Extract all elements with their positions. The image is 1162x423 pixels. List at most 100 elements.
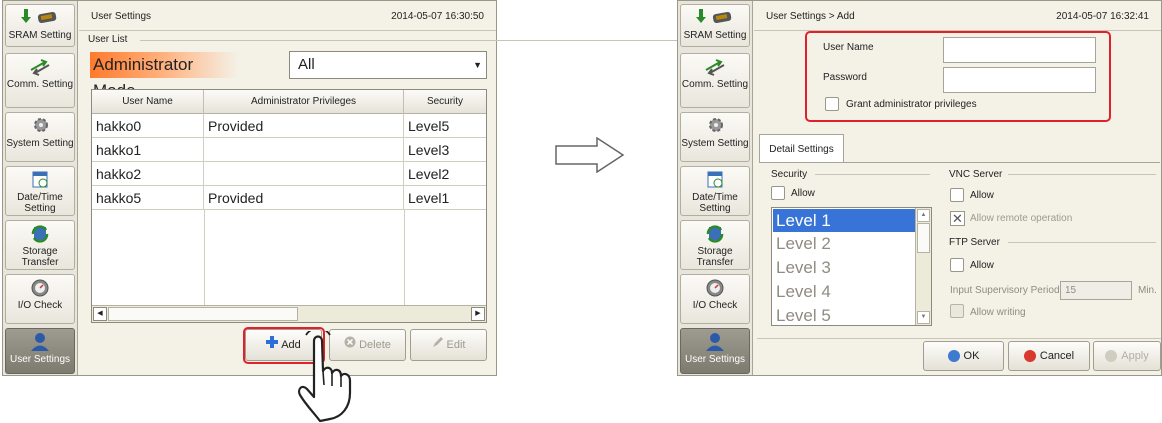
- chevron-down-icon: ▼: [473, 60, 482, 70]
- apply-button[interactable]: Apply: [1093, 341, 1161, 371]
- scroll-thumb[interactable]: [917, 223, 930, 253]
- ftp-group-label: FTP Server: [949, 237, 1000, 248]
- sidebar-item-label: Date/Time Setting: [17, 192, 63, 214]
- table-row[interactable]: hakko1 Level3: [92, 138, 486, 162]
- pencil-icon: [432, 330, 444, 360]
- divider: [1008, 174, 1156, 175]
- sidebar-item-user[interactable]: User Settings: [5, 328, 75, 374]
- cell-user-name: hakko1: [92, 138, 204, 162]
- column-header[interactable]: Administrator Privileges: [204, 90, 404, 114]
- horizontal-scrollbar[interactable]: ◀ ▶: [92, 305, 486, 322]
- user-icon: [6, 332, 74, 354]
- edit-button[interactable]: Edit: [410, 329, 487, 361]
- sidebar-item-label: System Setting: [681, 138, 749, 149]
- vnc-remote-checkbox[interactable]: ✕: [950, 211, 965, 226]
- sidebar-item-sram[interactable]: SRAM Setting: [5, 4, 75, 47]
- sidebar-item-comm[interactable]: Comm. Setting: [680, 53, 750, 108]
- cell-security: Level5: [408, 118, 450, 134]
- scroll-right-icon[interactable]: ▶: [471, 307, 485, 321]
- sidebar-item-label: I/O Check: [692, 300, 738, 311]
- supervisory-input[interactable]: 15: [1060, 281, 1132, 300]
- vnc-remote-label: Allow remote operation: [970, 213, 1073, 224]
- admin-mode-banner: Administrator Mode: [90, 52, 238, 100]
- table-header: User Name Administrator Privileges Secur…: [92, 90, 486, 114]
- sidebar-item-io[interactable]: I/O Check: [5, 274, 75, 324]
- column-divider: [404, 210, 405, 305]
- edit-button-label: Edit: [446, 339, 466, 351]
- gauge-icon: [6, 278, 74, 300]
- list-item[interactable]: Level 3: [773, 256, 915, 279]
- sidebar-item-sram[interactable]: SRAM Setting: [680, 4, 750, 47]
- scroll-down-icon[interactable]: ▼: [917, 311, 930, 324]
- column-header[interactable]: Security: [404, 90, 486, 114]
- gear-icon: [6, 116, 74, 138]
- scroll-thumb[interactable]: [108, 307, 298, 321]
- storage-transfer-icon: [681, 224, 749, 246]
- allow-writing-label: Allow writing: [970, 307, 1026, 318]
- filter-value: All: [298, 56, 315, 73]
- vnc-group-label: VNC Server: [949, 169, 1003, 180]
- user-list-label: User List: [88, 34, 128, 45]
- ftp-allow-checkbox[interactable]: [950, 258, 964, 272]
- cell-security: Level1: [408, 190, 450, 206]
- sidebar-item-label: SRAM Setting: [8, 30, 72, 41]
- datetime: 2014-05-07 16:32:41: [1056, 11, 1149, 22]
- cell-user-name: hakko0: [92, 114, 204, 138]
- sidebar-item-datetime[interactable]: Date/Time Setting: [680, 166, 750, 216]
- security-allow-label: Allow: [791, 188, 815, 199]
- cell-privileges: Provided: [204, 114, 404, 138]
- page-title: User Settings: [91, 11, 152, 22]
- sram-icon: [681, 8, 749, 30]
- comm-icon: [6, 57, 74, 79]
- ok-button-label: OK: [963, 350, 980, 362]
- sidebar-item-label: User Settings: [684, 354, 746, 365]
- sidebar-item-label: Date/Time Setting: [692, 192, 738, 214]
- ok-button[interactable]: OK: [923, 341, 1004, 371]
- sidebar-item-label: SRAM Setting: [683, 30, 747, 41]
- security-level-list[interactable]: Level 1 Level 2 Level 3 Level 4 Level 5 …: [771, 207, 932, 326]
- table-row[interactable]: hakko5 Provided Level1: [92, 186, 486, 210]
- column-header[interactable]: User Name: [92, 90, 204, 114]
- cell-security: Level3: [408, 142, 450, 158]
- cancel-button[interactable]: Cancel: [1008, 341, 1090, 371]
- cell-user-name: hakko5: [92, 186, 204, 210]
- storage-transfer-icon: [6, 224, 74, 246]
- sidebar-item-system[interactable]: System Setting: [5, 112, 75, 162]
- sidebar-item-label: Storage Transfer: [21, 246, 59, 268]
- cancel-icon: [1023, 350, 1036, 363]
- sidebar-item-label: System Setting: [6, 138, 74, 149]
- scroll-left-icon[interactable]: ◀: [93, 307, 107, 321]
- sidebar-item-storage[interactable]: Storage Transfer: [680, 220, 750, 270]
- page-title: User Settings > Add: [766, 11, 855, 22]
- sidebar-item-comm[interactable]: Comm. Setting: [5, 53, 75, 108]
- supervisory-unit: Min.: [1138, 285, 1157, 296]
- table-row[interactable]: hakko0 Provided Level5: [92, 114, 486, 138]
- allow-writing-checkbox[interactable]: [950, 304, 964, 318]
- table-row[interactable]: hakko2 Level2: [92, 162, 486, 186]
- filter-select[interactable]: All ▼: [289, 51, 487, 79]
- user-table: User Name Administrator Privileges Secur…: [91, 89, 487, 323]
- sidebar-item-storage[interactable]: Storage Transfer: [5, 220, 75, 270]
- sidebar: SRAM Setting Comm. Setting System Settin…: [3, 1, 78, 375]
- list-item[interactable]: Level 4: [773, 280, 915, 303]
- ftp-allow-label: Allow: [970, 260, 994, 271]
- sidebar-item-system[interactable]: System Setting: [680, 112, 750, 162]
- vnc-allow-checkbox[interactable]: [950, 188, 964, 202]
- sidebar-item-user[interactable]: User Settings: [680, 328, 750, 374]
- sidebar-item-label: Comm. Setting: [681, 79, 749, 90]
- sidebar-item-datetime[interactable]: Date/Time Setting: [5, 166, 75, 216]
- security-allow-checkbox[interactable]: [771, 186, 785, 200]
- list-item[interactable]: Level 5: [773, 304, 915, 325]
- vnc-allow-label: Allow: [970, 190, 994, 201]
- vertical-scrollbar[interactable]: ▲ ▼: [915, 208, 931, 325]
- list-item[interactable]: Level 1: [773, 209, 915, 232]
- sidebar: SRAM Setting Comm. Setting System Settin…: [678, 1, 753, 375]
- cancel-button-label: Cancel: [1039, 350, 1075, 362]
- list-item[interactable]: Level 2: [773, 232, 915, 255]
- tab-detail-settings[interactable]: Detail Settings: [759, 134, 844, 163]
- user-icon: [681, 332, 749, 354]
- sidebar-item-io[interactable]: I/O Check: [680, 274, 750, 324]
- cell-privileges: Provided: [204, 186, 404, 210]
- scroll-up-icon[interactable]: ▲: [917, 209, 930, 222]
- divider: [815, 174, 930, 175]
